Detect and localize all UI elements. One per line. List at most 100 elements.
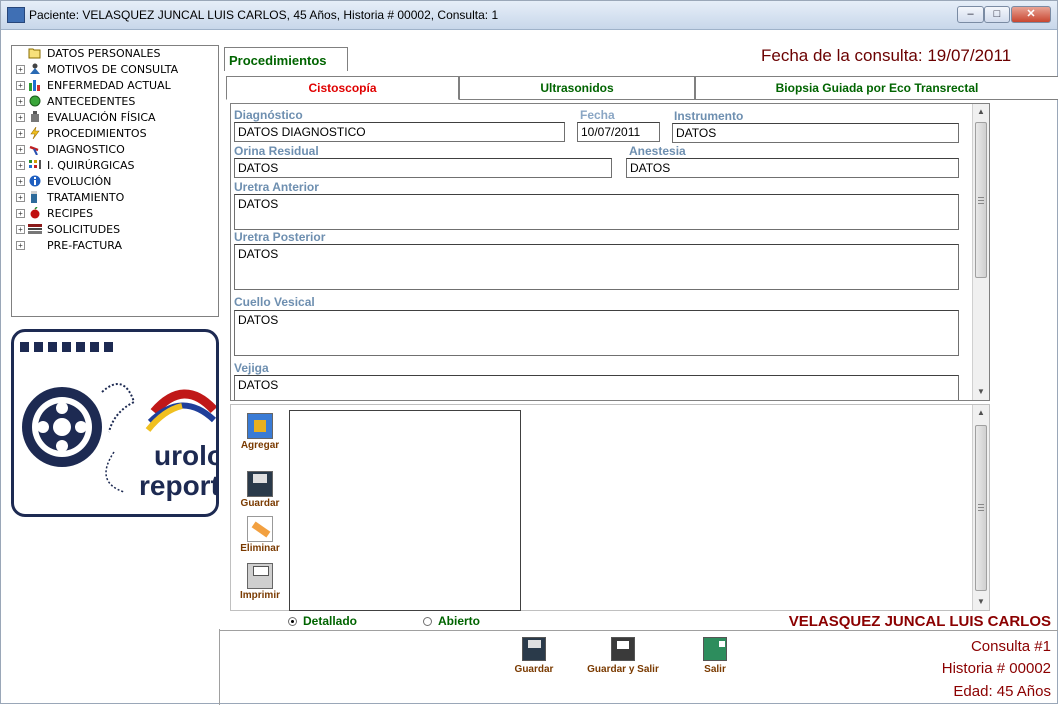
scroll-thumb[interactable]	[975, 122, 987, 278]
form-scrollbar[interactable]: ▲ ▼	[972, 104, 989, 400]
scroll-down-icon[interactable]: ▼	[973, 384, 989, 400]
expand-icon[interactable]: +	[16, 129, 25, 138]
bar-chart-icon	[28, 79, 42, 91]
guardar-salir-label: Guardar y Salir	[587, 664, 659, 675]
tree-item-label: I. QUIRÚRGICAS	[47, 159, 135, 172]
scroll-down-icon[interactable]: ▼	[973, 594, 989, 610]
imprimir-button[interactable]: Imprimir	[235, 563, 285, 601]
scroll-up-icon[interactable]: ▲	[973, 104, 989, 120]
logo-text-urolo: urolo	[154, 440, 219, 471]
expand-icon[interactable]: +	[16, 241, 25, 250]
radio-selected-icon[interactable]	[288, 617, 297, 626]
expand-icon[interactable]: +	[16, 225, 25, 234]
cistoscopia-form: Diagnóstico DATOS DIAGNOSTICO Fecha 10/0…	[230, 103, 990, 401]
pill-bottle-icon	[28, 191, 42, 203]
scale-icon	[28, 111, 42, 123]
expand-icon[interactable]: +	[16, 177, 25, 186]
expand-icon[interactable]: +	[16, 145, 25, 154]
radio-unselected-icon[interactable]	[423, 617, 432, 626]
orina-residual-field[interactable]: DATOS	[234, 158, 612, 178]
folder-open-icon	[28, 47, 42, 59]
salir-label: Salir	[704, 664, 726, 675]
eraser-icon	[247, 516, 273, 542]
save-exit-icon	[611, 637, 635, 661]
tree-item-label: SOLICITUDES	[47, 223, 121, 236]
expand-icon[interactable]: +	[16, 97, 25, 106]
expand-icon[interactable]: +	[16, 81, 25, 90]
close-button[interactable]: ✕	[1011, 6, 1051, 23]
anestesia-label: Anestesia	[629, 144, 686, 158]
report-scrollbar[interactable]: ▲ ▼	[972, 405, 989, 610]
save-icon	[247, 471, 273, 497]
expand-icon[interactable]: +	[16, 193, 25, 202]
radio-abierto-label: Abierto	[438, 614, 480, 628]
tree-item-label: ENFERMEDAD ACTUAL	[47, 79, 171, 92]
tree-item-label: PRE-FACTURA	[47, 239, 123, 252]
radio-detallado-label: Detallado	[303, 614, 358, 628]
minimize-button[interactable]: –	[957, 6, 984, 23]
globe-icon	[28, 95, 42, 107]
procedure-subtabs: Cistoscopía Ultrasonidos Biopsia Guiada …	[226, 76, 1058, 100]
scroll-up-icon[interactable]: ▲	[973, 405, 989, 421]
footer-divider	[219, 630, 1058, 631]
info-globe-icon	[28, 175, 42, 187]
radio-detallado[interactable]: Detallado	[288, 614, 357, 628]
urolo-report-logo: urolo report	[11, 329, 219, 517]
diagnostico-label: Diagnóstico	[234, 108, 303, 122]
expand-icon[interactable]: +	[16, 65, 25, 74]
consulta-number: Consulta #1	[970, 638, 1051, 655]
orina-residual-label: Orina Residual	[234, 144, 319, 158]
salir-button[interactable]: Salir	[695, 637, 735, 675]
main-window: Paciente: VELASQUEZ JUNCAL LUIS CARLOS, …	[0, 0, 1058, 705]
vejiga-field[interactable]: DATOS	[234, 375, 959, 400]
fecha-field[interactable]: 10/07/2011	[577, 122, 660, 142]
tab-biopsia[interactable]: Biopsia Guiada por Eco Transrectal	[695, 76, 1058, 100]
eliminar-button[interactable]: Eliminar	[235, 516, 285, 554]
uretra-anterior-field[interactable]: DATOS	[234, 194, 959, 230]
tab-cistoscopia[interactable]: Cistoscopía	[226, 76, 459, 100]
fecha-label: Fecha	[580, 108, 615, 122]
people-icon	[28, 63, 42, 75]
instrumento-field[interactable]: DATOS	[672, 123, 959, 143]
eliminar-label: Eliminar	[240, 543, 280, 554]
add-icon	[247, 413, 273, 439]
tree-item-label: PROCEDIMIENTOS	[47, 127, 147, 140]
tab-procedimientos[interactable]: Procedimientos	[224, 47, 348, 71]
maximize-button[interactable]: □	[984, 6, 1010, 23]
navigation-tree[interactable]: DATOS PERSONALES + MOTIVOS DE CONSULTA +…	[11, 45, 219, 317]
tree-item-label: EVOLUCIÓN	[47, 175, 112, 188]
scroll-thumb[interactable]	[975, 425, 987, 591]
tree-item-label: DIAGNOSTICO	[47, 143, 125, 156]
tree-item-label: DATOS PERSONALES	[47, 47, 161, 60]
guardar-button[interactable]: Guardar	[509, 637, 559, 675]
expand-icon[interactable]: +	[16, 209, 25, 218]
uretra-posterior-field[interactable]: DATOS	[234, 244, 959, 290]
guardar-label: Guardar	[240, 498, 280, 509]
title-bar: Paciente: VELASQUEZ JUNCAL LUIS CARLOS, …	[1, 1, 1057, 30]
dots-grid-icon	[28, 159, 42, 171]
guardar-bottom-label: Guardar	[514, 664, 554, 675]
logo-text-report: report	[139, 470, 219, 501]
anestesia-field[interactable]: DATOS	[626, 158, 959, 178]
procedure-list[interactable]	[289, 410, 521, 611]
patient-name: VELASQUEZ JUNCAL LUIS CARLOS	[788, 613, 1051, 630]
footer-divider-left	[219, 629, 220, 705]
imprimir-label: Imprimir	[239, 590, 280, 601]
guardar-side-button[interactable]: Guardar	[235, 471, 285, 509]
cuello-vesical-label: Cuello Vesical	[234, 295, 315, 309]
expand-icon[interactable]: +	[16, 113, 25, 122]
fecha-consulta: Fecha de la consulta: 19/07/2011	[761, 46, 1012, 65]
cuello-vesical-field[interactable]: DATOS	[234, 310, 959, 356]
form-icon	[28, 223, 42, 235]
vejiga-label: Vejiga	[234, 361, 269, 375]
historia-number: Historia # 00002	[941, 660, 1051, 677]
uretra-posterior-label: Uretra Posterior	[234, 230, 326, 244]
radio-abierto[interactable]: Abierto	[423, 614, 480, 628]
tree-item-label: RECIPES	[47, 207, 94, 220]
guardar-salir-button[interactable]: Guardar y Salir	[580, 637, 666, 675]
tab-ultrasonidos[interactable]: Ultrasonidos	[459, 76, 695, 100]
instrumento-label: Instrumento	[674, 109, 744, 123]
agregar-button[interactable]: Agregar	[235, 413, 285, 451]
expand-icon[interactable]: +	[16, 161, 25, 170]
diagnostico-field[interactable]: DATOS DIAGNOSTICO	[234, 122, 565, 142]
